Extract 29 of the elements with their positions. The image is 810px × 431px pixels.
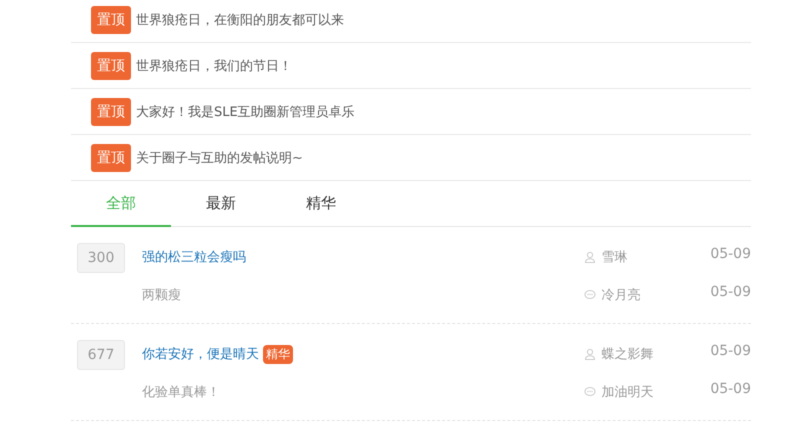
post-title-link[interactable]: 你若安好，便是晴天 bbox=[142, 345, 259, 363]
post-date: 05-09 bbox=[710, 246, 751, 262]
reply-date: 05-09 bbox=[710, 284, 751, 300]
pinned-post-link[interactable]: 世界狼疮日，我们的节日！ bbox=[136, 56, 292, 74]
reply-excerpt: 两颗瘦 bbox=[142, 287, 181, 304]
author-name: 蝶之影舞 bbox=[601, 346, 654, 363]
filter-tab[interactable]: 最新 bbox=[171, 181, 271, 226]
pinned-post-link[interactable]: 关于圈子与互助的发帖说明~ bbox=[136, 148, 303, 166]
reply-count: 677 bbox=[77, 340, 125, 370]
comment-icon bbox=[584, 386, 596, 398]
pinned-post-link[interactable]: 世界狼疮日，在衡阳的朋友都可以来 bbox=[136, 10, 344, 28]
post-date: 05-09 bbox=[710, 343, 751, 359]
user-icon bbox=[584, 251, 596, 263]
replier-name: 加油明天 bbox=[601, 384, 654, 401]
author-name: 雪琳 bbox=[601, 249, 628, 266]
pinned-badge: 置顶 bbox=[91, 6, 131, 34]
pinned-badge: 置顶 bbox=[91, 52, 131, 80]
filter-tab[interactable]: 精华 bbox=[271, 181, 371, 226]
reply-excerpt: 化验单真棒！ bbox=[142, 384, 220, 401]
reply-count: 300 bbox=[77, 243, 125, 273]
pinned-badge: 置顶 bbox=[91, 144, 131, 172]
post-title-link[interactable]: 强的松三粒会瘦吗 bbox=[142, 248, 246, 266]
replier-name: 冷月亮 bbox=[601, 287, 640, 304]
comment-icon bbox=[584, 289, 596, 301]
user-icon bbox=[584, 348, 596, 360]
reply-date: 05-09 bbox=[710, 381, 751, 397]
featured-tag: 精华 bbox=[263, 344, 293, 364]
pinned-badge: 置顶 bbox=[91, 98, 131, 126]
pinned-post-link[interactable]: 大家好！我是SLE互助圈新管理员卓乐 bbox=[136, 102, 355, 120]
